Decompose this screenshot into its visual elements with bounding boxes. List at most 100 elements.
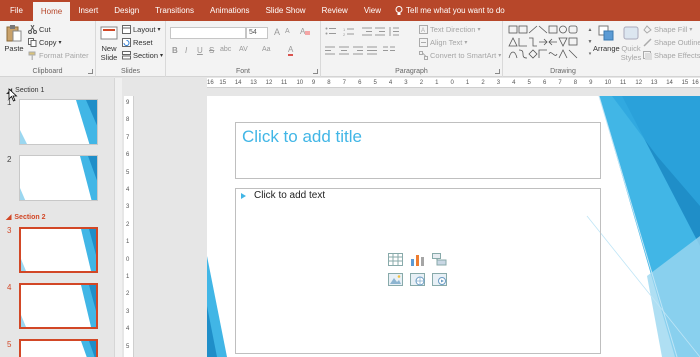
decrease-indent-icon[interactable]	[362, 27, 372, 36]
layout-button[interactable]: Layout ▾	[122, 25, 161, 34]
tab-design[interactable]: Design	[106, 0, 147, 21]
slide-thumbnail-2[interactable]	[19, 155, 98, 201]
font-name-field[interactable]	[170, 27, 246, 39]
align-left-icon[interactable]	[325, 46, 335, 55]
title-placeholder-text: Click to add title	[242, 127, 362, 146]
insert-picture-icon[interactable]	[388, 273, 403, 286]
ruler-v-tick-label: 5	[126, 169, 130, 176]
convert-smartart-button[interactable]: Convert to SmartArt ▾	[419, 51, 501, 60]
paste-button[interactable]: Paste	[3, 24, 25, 53]
paragraph-group-label: Paragraph	[395, 68, 428, 75]
paste-icon	[5, 24, 23, 42]
ruler-v-tick-label: 4	[126, 187, 130, 193]
slides-group: New Slide Layout ▾ Reset Section ▾ Slide…	[96, 21, 166, 77]
bullets-icon[interactable]	[325, 27, 337, 36]
numbering-icon[interactable]: 12	[343, 27, 355, 36]
shape-fill-button[interactable]: Shape Fill ▾	[643, 25, 692, 34]
slide-thumbnail-4[interactable]	[19, 283, 98, 329]
ruler-h-tick-label: 14	[234, 80, 242, 86]
svg-text:A: A	[421, 28, 425, 34]
character-spacing-button[interactable]: AV	[239, 46, 248, 53]
section-button[interactable]: Section ▾	[122, 51, 163, 60]
paint-bucket-icon	[643, 25, 652, 34]
slide-thumbnail-5[interactable]	[19, 339, 98, 357]
content-placeholder-text: Click to add text	[254, 190, 326, 201]
clipboard-dialog-launcher[interactable]	[88, 69, 93, 74]
insert-chart-icon[interactable]	[410, 253, 425, 266]
italic-button[interactable]: I	[185, 46, 187, 55]
quick-styles-button[interactable]: Quick Styles	[620, 24, 642, 62]
slide-number-1: 1	[7, 98, 12, 107]
ruler-v-tick-label: 2	[126, 221, 130, 228]
tell-me-label: Tell me what you want to do	[406, 6, 505, 15]
format-painter-button[interactable]: Format Painter	[28, 51, 89, 60]
justify-icon[interactable]	[367, 46, 377, 55]
copy-button[interactable]: Copy ▾	[28, 38, 62, 47]
insert-smartart-icon[interactable]	[432, 253, 447, 266]
copy-dropdown-icon[interactable]: ▾	[59, 39, 62, 46]
paragraph-dialog-launcher[interactable]	[495, 69, 500, 74]
strikethrough-button[interactable]: S	[209, 46, 214, 55]
clipboard-group-label: Clipboard	[32, 68, 63, 75]
shape-effects-button[interactable]: Shape Effects ▾	[643, 51, 700, 60]
section-header-2[interactable]: ◢ Section 2	[6, 213, 46, 222]
clear-formatting-icon[interactable]: A	[300, 26, 310, 36]
insert-video-icon[interactable]	[432, 273, 447, 286]
paragraph-group: 12 A Text Direction ▾ Align Text ▾ Conve…	[321, 21, 503, 77]
text-shadow-button[interactable]: abc	[220, 46, 231, 53]
tell-me-box[interactable]: Tell me what you want to do	[389, 0, 505, 21]
increase-indent-icon[interactable]	[375, 27, 385, 36]
grow-font-button[interactable]: A	[274, 27, 280, 37]
tab-view[interactable]: View	[356, 0, 389, 21]
cut-button[interactable]: Cut	[28, 25, 51, 34]
tab-review[interactable]: Review	[314, 0, 356, 21]
underline-button[interactable]: U	[197, 46, 203, 55]
insert-table-icon[interactable]	[388, 253, 403, 266]
tab-animations[interactable]: Animations	[202, 0, 258, 21]
ruler-h-tick-label: 7	[558, 80, 562, 86]
arrange-button[interactable]: Arrange	[593, 24, 620, 53]
slide-thumbnail-3[interactable]	[19, 227, 98, 273]
ruler-v-tick-label: 0	[126, 256, 130, 263]
new-slide-button[interactable]: New Slide	[98, 24, 120, 62]
title-placeholder[interactable]: Click to add title	[235, 122, 601, 179]
font-size-field[interactable]: 54	[246, 27, 268, 39]
bullet-arrow-icon	[241, 193, 246, 199]
insert-online-picture-icon[interactable]	[410, 273, 425, 286]
ruler-h-tick-label: 4	[512, 80, 516, 86]
tab-transitions[interactable]: Transitions	[147, 0, 202, 21]
scissors-icon	[28, 25, 37, 34]
slide-number-2: 2	[7, 155, 12, 164]
line-spacing-icon[interactable]	[389, 27, 399, 36]
tab-home[interactable]: Home	[32, 2, 71, 21]
tab-insert[interactable]: Insert	[70, 0, 106, 21]
align-center-icon[interactable]	[339, 46, 349, 55]
shape-outline-button[interactable]: Shape Outline	[643, 38, 700, 47]
reset-button[interactable]: Reset	[122, 38, 153, 47]
text-direction-button[interactable]: A Text Direction ▾	[419, 25, 480, 34]
font-group: 54 A A A B I U S abc AV Aa A Font	[166, 21, 321, 77]
ruler-h-tick-label: 16	[692, 80, 699, 86]
tab-file[interactable]: File	[0, 0, 33, 21]
slide-number-5: 5	[7, 340, 12, 349]
bold-button[interactable]: B	[172, 46, 178, 55]
thumbnail-pane-scrollbar[interactable]	[114, 78, 122, 357]
content-placeholder[interactable]: Click to add text	[235, 188, 601, 354]
tab-slide-show[interactable]: Slide Show	[258, 0, 314, 21]
slide-thumbnail-1[interactable]	[19, 99, 98, 145]
shapes-gallery[interactable]	[507, 24, 587, 60]
slides-group-label: Slides	[120, 68, 141, 75]
columns-icon[interactable]	[383, 46, 395, 55]
collapse-section-2-icon[interactable]: ◢	[6, 213, 11, 221]
shrink-font-button[interactable]: A	[285, 28, 290, 35]
align-text-button[interactable]: Align Text ▾	[419, 38, 467, 47]
ruler-v-tick-label: 6	[126, 152, 130, 159]
arrange-icon	[597, 24, 615, 42]
font-dialog-launcher[interactable]	[313, 69, 318, 74]
slide-canvas[interactable]: Click to add title Click to add text	[207, 96, 700, 357]
font-color-button[interactable]: A	[288, 45, 294, 56]
new-slide-icon	[100, 24, 118, 42]
new-slide-label: New Slide	[100, 44, 118, 62]
change-case-button[interactable]: Aa	[262, 46, 271, 53]
align-right-icon[interactable]	[353, 46, 363, 55]
